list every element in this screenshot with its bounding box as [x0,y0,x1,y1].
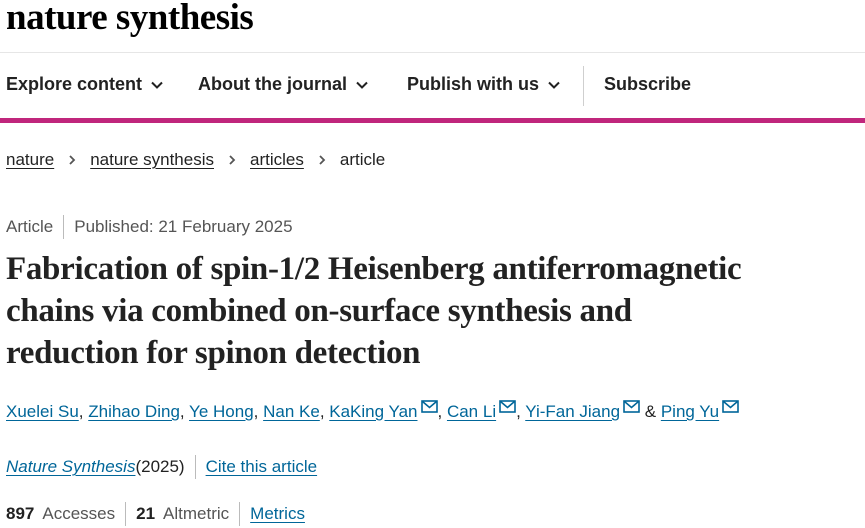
title-line: reduction for spinon detection [6,335,421,371]
breadcrumb-nature-synthesis[interactable]: nature synthesis [90,150,214,170]
metrics-divider [239,502,241,526]
publication-year: (2025) [135,457,185,476]
chevron-down-icon [548,81,560,89]
meta-divider [63,215,65,239]
nav-item-label: Explore content [6,74,143,94]
citation-divider [194,455,196,479]
author-link[interactable]: Can Li [447,402,496,421]
altmetric-count: 21 [136,504,156,523]
chevron-right-icon [319,155,326,165]
nav-item-label: About the journal [198,74,347,94]
author-separator: , [437,402,447,421]
nav-about-journal[interactable]: About the journal [198,74,369,95]
citation-line: Nature Synthesis (2025) Cite this articl… [6,455,317,479]
article-title: Fabrication of spin-1/2 Heisenberg antif… [6,248,864,374]
author-separator: , [78,402,89,421]
author-link[interactable]: Zhihao Ding [88,402,180,421]
author-separator: , [319,402,330,421]
email-icon[interactable] [623,400,640,413]
site-logo[interactable]: nature synthesis [6,0,254,39]
metrics-divider [125,502,127,526]
article-meta: Article Published: 21 February 2025 [6,215,293,239]
header-divider [0,52,865,53]
accesses-count: 897 [6,504,35,523]
author-link[interactable]: Xuelei Su [6,402,79,421]
main-nav: Explore content About the journal Publis… [0,66,865,106]
nav-publish-with-us[interactable]: Publish with us [407,74,561,95]
accent-bar [0,118,865,123]
title-line: chains via combined on-surface synthesis… [6,293,632,329]
altmetric-label: Altmetric [163,504,230,523]
email-icon[interactable] [722,400,739,413]
article-metrics: 897 Accesses 21 Altmetric Metrics [6,502,305,526]
nav-item-label: Publish with us [407,74,540,94]
subscribe-label: Subscribe [604,74,692,94]
nav-explore-content[interactable]: Explore content [6,74,164,95]
author-link[interactable]: KaKing Yan [329,402,417,421]
author-link[interactable]: Ye Hong [189,402,254,421]
breadcrumb: nature nature synthesis articles article [6,150,385,170]
chevron-down-icon [151,81,163,89]
title-line: Fabrication of spin-1/2 Heisenberg antif… [6,251,742,287]
email-icon[interactable] [499,400,516,413]
article-type: Article [6,217,54,236]
author-link[interactable]: Nan Ke [263,402,320,421]
journal-link[interactable]: Nature Synthesis [6,457,135,477]
breadcrumb-articles[interactable]: articles [250,150,304,170]
cite-this-article-link[interactable]: Cite this article [206,457,317,477]
breadcrumb-current: article [339,150,386,169]
chevron-down-icon [356,81,368,89]
email-icon[interactable] [420,400,438,413]
chevron-right-icon [229,155,236,165]
metrics-link[interactable]: Metrics [250,504,305,524]
accesses-label: Accesses [42,504,116,523]
breadcrumb-nature[interactable]: nature [6,150,54,170]
author-list: Xuelei Su, Zhihao Ding, Ye Hong, Nan Ke,… [6,400,739,422]
chevron-right-icon [69,155,76,165]
author-separator: , [179,402,190,421]
author-separator: , [253,402,264,421]
author-separator: , [516,402,526,421]
subscribe-link[interactable]: Subscribe [604,74,691,95]
author-link[interactable]: Ping Yu [661,402,719,421]
published-date: Published: 21 February 2025 [74,217,293,236]
author-link[interactable]: Yi-Fan Jiang [525,402,620,421]
nav-divider [583,66,584,106]
author-separator: & [640,402,661,421]
